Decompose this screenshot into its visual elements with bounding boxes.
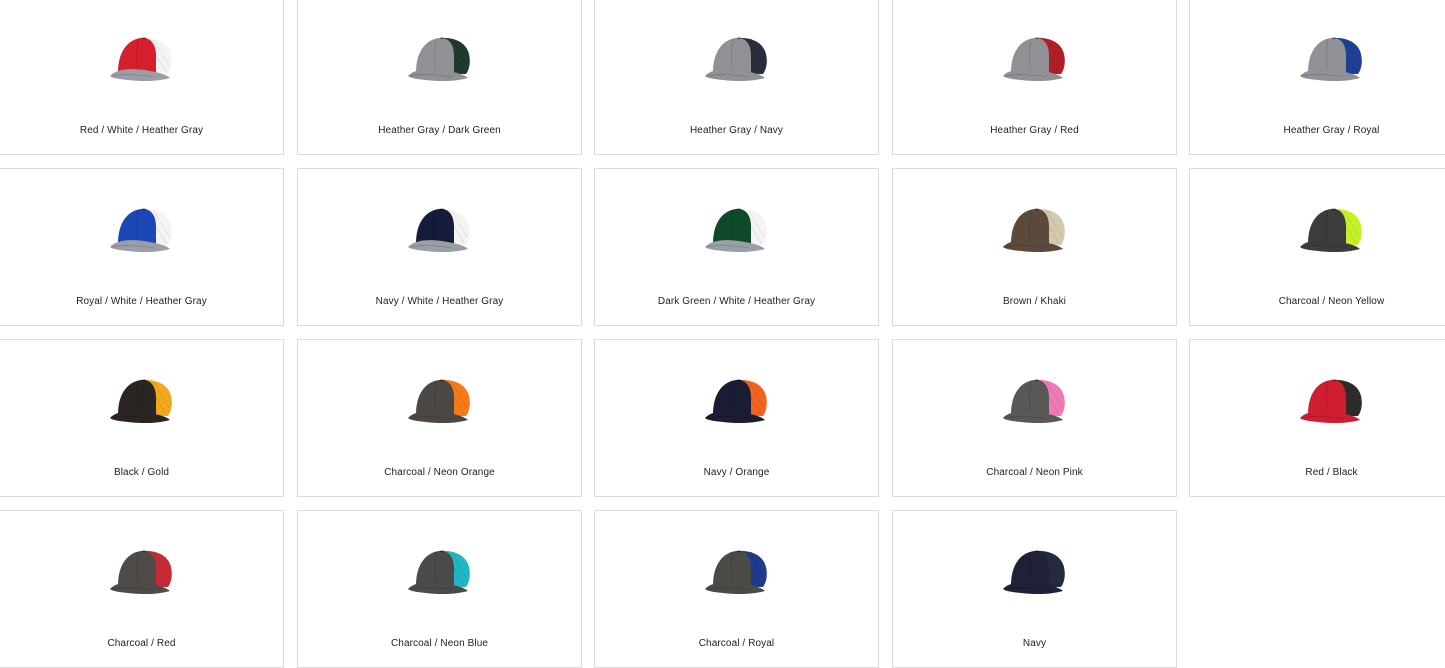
- trucker-cap-icon: [703, 203, 771, 253]
- swatch-label: Brown / Khaki: [1003, 296, 1066, 307]
- swatch-label: Heather Gray / Navy: [689, 125, 784, 136]
- trucker-cap-icon: [703, 545, 771, 595]
- swatch-label: Navy / Orange: [703, 467, 770, 478]
- swatch-label: Red / Black: [1305, 467, 1358, 478]
- trucker-cap-icon: [703, 32, 771, 82]
- trucker-cap-icon: [108, 32, 176, 82]
- color-swatch-card[interactable]: Red / Black: [1189, 339, 1445, 497]
- trucker-cap-icon: [108, 545, 176, 595]
- swatch-label: Dark Green / White / Heather Gray: [657, 296, 816, 307]
- color-swatch-card[interactable]: Heather Gray / Royal: [1189, 0, 1445, 155]
- color-swatch-card[interactable]: Navy / White / Heather Gray: [297, 168, 582, 326]
- trucker-cap-icon: [1001, 203, 1069, 253]
- color-swatch-card[interactable]: Royal / White / Heather Gray: [0, 168, 284, 326]
- trucker-cap-icon: [108, 374, 176, 424]
- swatch-label: Navy: [1022, 638, 1047, 649]
- color-swatch-card[interactable]: Dark Green / White / Heather Gray: [594, 168, 879, 326]
- color-swatch-card[interactable]: Charcoal / Neon Orange: [297, 339, 582, 497]
- swatch-label: Charcoal / Neon Pink: [986, 467, 1083, 478]
- swatch-grid: Red / White / Heather Gray Heather Gray /…: [0, 0, 1445, 668]
- color-swatch-card[interactable]: Black / Gold: [0, 339, 284, 497]
- color-swatch-card[interactable]: Red / White / Heather Gray: [0, 0, 284, 155]
- trucker-cap-icon: [1298, 203, 1366, 253]
- trucker-cap-icon: [406, 374, 474, 424]
- swatch-label: Royal / White / Heather Gray: [76, 296, 207, 307]
- trucker-cap-icon: [406, 32, 474, 82]
- color-swatch-card[interactable]: Heather Gray / Dark Green: [297, 0, 582, 155]
- color-swatch-card[interactable]: Charcoal / Neon Pink: [892, 339, 1177, 497]
- trucker-cap-icon: [1298, 374, 1366, 424]
- trucker-cap-icon: [703, 374, 771, 424]
- color-swatch-card[interactable]: Heather Gray / Red: [892, 0, 1177, 155]
- trucker-cap-icon: [406, 203, 474, 253]
- swatch-label: Charcoal / Neon Orange: [384, 467, 495, 478]
- color-swatch-card[interactable]: Navy: [892, 510, 1177, 668]
- swatch-label: Navy / White / Heather Gray: [375, 296, 504, 307]
- trucker-cap-icon: [406, 545, 474, 595]
- trucker-cap-icon: [1298, 32, 1366, 82]
- swatch-label: Heather Gray / Dark Green: [378, 125, 501, 136]
- color-swatch-card[interactable]: Navy / Orange: [594, 339, 879, 497]
- color-swatch-card[interactable]: Heather Gray / Navy: [594, 0, 879, 155]
- swatch-label: Charcoal / Red: [107, 638, 176, 649]
- color-swatch-card[interactable]: Charcoal / Red: [0, 510, 284, 668]
- color-swatch-card[interactable]: Charcoal / Neon Blue: [297, 510, 582, 668]
- trucker-cap-icon: [1001, 545, 1069, 595]
- swatch-label: Charcoal / Neon Yellow: [1278, 296, 1385, 307]
- swatch-label: Charcoal / Royal: [698, 638, 775, 649]
- trucker-cap-icon: [1001, 32, 1069, 82]
- swatch-label: Heather Gray / Royal: [1283, 125, 1380, 136]
- trucker-cap-icon: [108, 203, 176, 253]
- trucker-cap-icon: [1001, 374, 1069, 424]
- color-swatch-card[interactable]: Charcoal / Neon Yellow: [1189, 168, 1445, 326]
- color-swatch-card[interactable]: Charcoal / Royal: [594, 510, 879, 668]
- swatch-label: Heather Gray / Red: [990, 125, 1079, 136]
- swatch-label: Red / White / Heather Gray: [79, 125, 204, 136]
- swatch-label: Black / Gold: [113, 467, 170, 478]
- swatch-label: Charcoal / Neon Blue: [390, 638, 489, 649]
- color-swatch-card[interactable]: Brown / Khaki: [892, 168, 1177, 326]
